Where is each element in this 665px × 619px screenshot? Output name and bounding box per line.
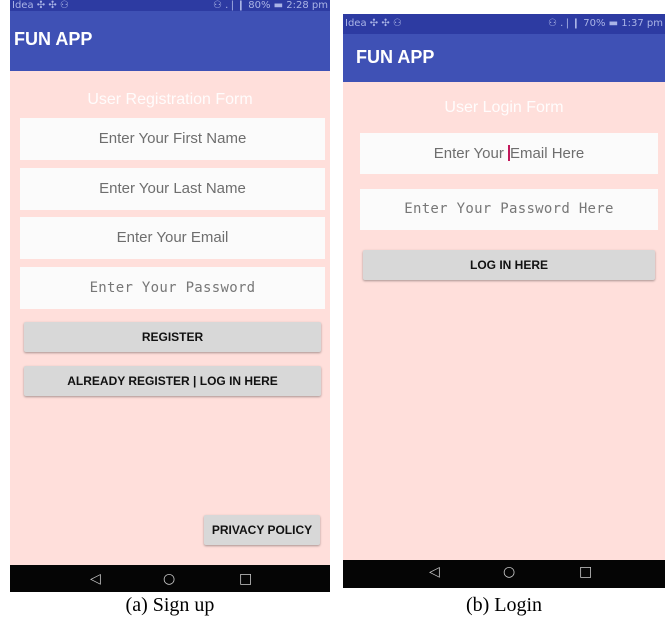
app-title: FUN APP: [14, 29, 93, 49]
carrier-text: Idea ✣ ✣ ⚇: [345, 18, 402, 29]
password-field[interactable]: Enter Your Password Here: [360, 189, 658, 230]
already-register-login-button[interactable]: ALREADY REGISTER | LOG IN HERE: [24, 366, 321, 396]
app-bar: FUN APP: [10, 11, 330, 71]
status-bar: Idea ✣ ✣ ⚇ ⚇ .❘❙ 70% ▬ 1:37 pm: [343, 14, 665, 34]
app-bar: FUN APP: [343, 34, 665, 82]
privacy-policy-button[interactable]: PRIVACY POLICY: [204, 515, 320, 545]
last-name-field[interactable]: Enter Your Last Name: [20, 168, 325, 210]
navigation-bar: ◁ ○ □: [10, 565, 330, 592]
recents-icon[interactable]: □: [239, 571, 252, 587]
app-title: FUN APP: [356, 47, 435, 67]
signup-screen: Idea ✣ ✣ ⚇ ⚇ .❘❙ 80% ▬ 2:28 pm FUN APP U…: [10, 0, 330, 592]
email-placeholder-start: Enter Your: [433, 145, 509, 162]
form-title: User Registration Form: [87, 91, 253, 108]
status-bar: Idea ✣ ✣ ⚇ ⚇ .❘❙ 80% ▬ 2:28 pm: [10, 0, 330, 11]
recents-icon[interactable]: □: [579, 564, 592, 580]
email-field[interactable]: Enter Your Email Here: [360, 133, 658, 174]
first-name-field[interactable]: Enter Your First Name: [20, 118, 325, 160]
register-button[interactable]: REGISTER: [24, 322, 321, 352]
email-placeholder-end: Email Here: [510, 145, 585, 162]
login-screen: Idea ✣ ✣ ⚇ ⚇ .❘❙ 70% ▬ 1:37 pm FUN APP U…: [343, 14, 665, 588]
login-caption: (b) Login: [465, 594, 543, 616]
status-right-text: ⚇ .❘❙ 70% ▬ 1:37 pm: [547, 18, 663, 29]
home-icon[interactable]: ○: [163, 571, 175, 587]
signup-caption: (a) Sign up: [125, 594, 215, 616]
form-title: User Login Form: [444, 99, 564, 116]
back-icon[interactable]: ◁: [90, 571, 101, 587]
password-field[interactable]: Enter Your Password: [20, 267, 325, 309]
home-icon[interactable]: ○: [503, 564, 515, 580]
navigation-bar: ◁ ○ □: [343, 560, 665, 588]
carrier-text: Idea ✣ ✣ ⚇: [12, 0, 69, 11]
login-button[interactable]: LOG IN HERE: [363, 250, 655, 280]
email-field[interactable]: Enter Your Email: [20, 217, 325, 259]
back-icon[interactable]: ◁: [429, 564, 440, 580]
status-right-text: ⚇ .❘❙ 80% ▬ 2:28 pm: [212, 0, 328, 11]
